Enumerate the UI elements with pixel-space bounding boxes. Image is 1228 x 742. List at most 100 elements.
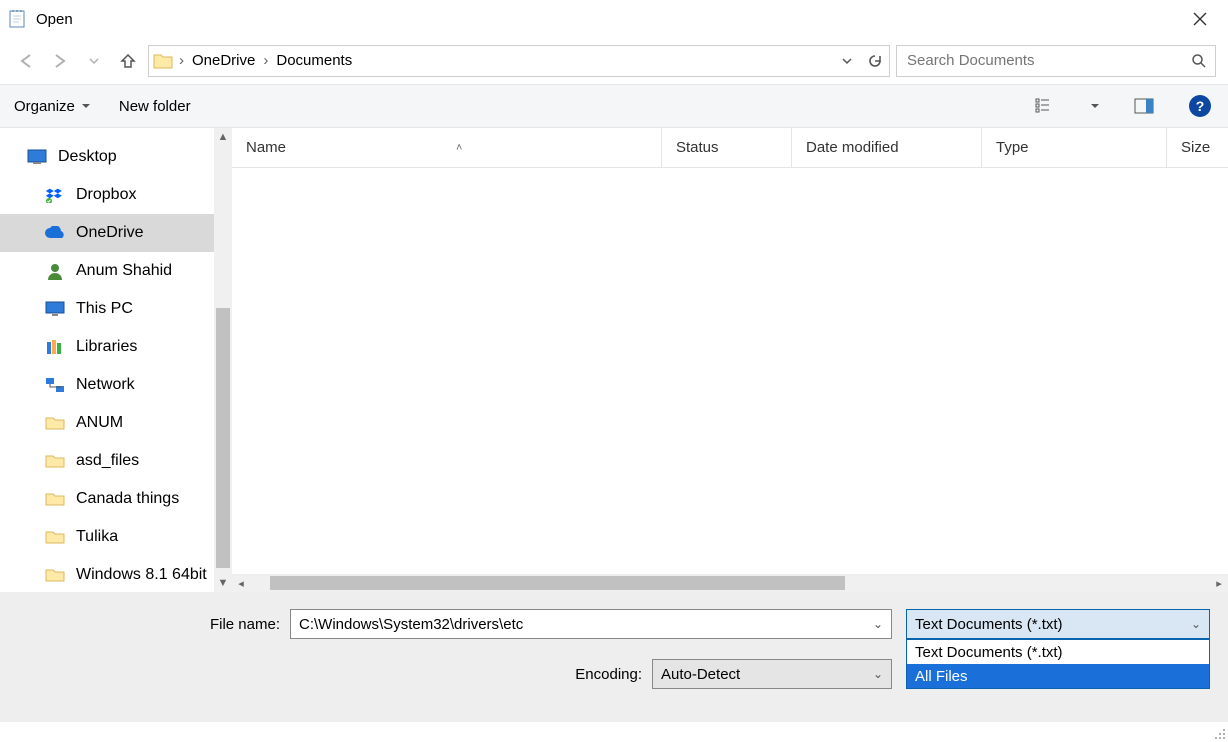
- filename-label: File name:: [14, 616, 290, 633]
- chevron-down-icon: ⌄: [1191, 617, 1201, 631]
- resize-grip[interactable]: [1212, 726, 1226, 740]
- search-icon: [1191, 53, 1207, 69]
- search-box[interactable]: [896, 45, 1216, 77]
- search-input[interactable]: [905, 51, 1191, 70]
- tree-item-network[interactable]: Network: [0, 366, 214, 404]
- tree-label: ANUM: [76, 414, 123, 432]
- user-icon: [44, 260, 66, 282]
- scroll-left-icon[interactable]: ◂: [232, 577, 250, 590]
- help-button[interactable]: ?: [1186, 92, 1214, 120]
- new-folder-button[interactable]: New folder: [119, 98, 191, 115]
- tree-item-folder[interactable]: Canada things: [0, 480, 214, 518]
- column-headers: Name ˄ Status Date modified Type Size: [232, 128, 1228, 168]
- content-area: Desktop Dropbox OneDrive Anum Shahid Thi…: [0, 128, 1228, 592]
- chevron-down-icon: ⌄: [873, 667, 883, 681]
- libraries-icon: [44, 336, 66, 358]
- col-size[interactable]: Size: [1167, 128, 1228, 167]
- col-type[interactable]: Type: [982, 128, 1167, 167]
- nav-back-button[interactable]: [12, 47, 40, 75]
- window-title: Open: [36, 11, 73, 28]
- folder-icon: [44, 450, 66, 472]
- organize-menu[interactable]: Organize: [14, 98, 91, 115]
- nav-up-button[interactable]: [114, 47, 142, 75]
- col-date[interactable]: Date modified: [792, 128, 982, 167]
- filetype-option[interactable]: Text Documents (*.txt): [907, 640, 1209, 664]
- help-icon: ?: [1189, 95, 1211, 117]
- tree-label: Tulika: [76, 528, 118, 546]
- view-mode-button[interactable]: [1032, 92, 1060, 120]
- encoding-combo[interactable]: Auto-Detect ⌄: [652, 659, 892, 689]
- tree-label: OneDrive: [76, 224, 144, 242]
- refresh-button[interactable]: [861, 46, 889, 76]
- network-icon: [44, 374, 66, 396]
- organize-label: Organize: [14, 98, 75, 115]
- tree-item-desktop[interactable]: Desktop: [0, 138, 214, 176]
- scroll-thumb[interactable]: [216, 308, 230, 568]
- filename-value: C:\Windows\System32\drivers\etc: [299, 616, 523, 633]
- tree-item-folder[interactable]: asd_files: [0, 442, 214, 480]
- col-status[interactable]: Status: [662, 128, 792, 167]
- nav-forward-button[interactable]: [46, 47, 74, 75]
- scroll-up-icon[interactable]: ▲: [214, 128, 232, 146]
- onedrive-icon: [44, 222, 66, 244]
- desktop-icon: [26, 146, 48, 168]
- tree-label: Libraries: [76, 338, 137, 356]
- filetype-combo[interactable]: Text Documents (*.txt) ⌄: [906, 609, 1210, 639]
- tree-label: Dropbox: [76, 186, 136, 204]
- nav-history-dropdown[interactable]: [80, 47, 108, 75]
- tree-item-dropbox[interactable]: Dropbox: [0, 176, 214, 214]
- breadcrumb-documents[interactable]: Documents: [270, 46, 358, 76]
- scroll-down-icon[interactable]: ▼: [214, 574, 232, 592]
- horizontal-scrollbar[interactable]: ◂ ▸: [232, 574, 1228, 592]
- chevron-right-icon: ›: [177, 52, 186, 69]
- tree-item-user[interactable]: Anum Shahid: [0, 252, 214, 290]
- tree-item-thispc[interactable]: This PC: [0, 290, 214, 328]
- thispc-icon: [44, 298, 66, 320]
- filetype-dropdown: Text Documents (*.txt) All Files: [906, 639, 1210, 689]
- tree-item-libraries[interactable]: Libraries: [0, 328, 214, 366]
- chevron-right-icon: ›: [261, 52, 270, 69]
- file-list: Name ˄ Status Date modified Type Size ◂ …: [232, 128, 1228, 592]
- breadcrumb-onedrive[interactable]: OneDrive: [186, 46, 261, 76]
- tree-label: Network: [76, 376, 135, 394]
- chevron-down-icon: ⌄: [873, 617, 883, 631]
- folder-icon: [44, 412, 66, 434]
- tree-label: Windows 8.1 64bit: [76, 566, 207, 584]
- tree-item-folder[interactable]: ANUM: [0, 404, 214, 442]
- folder-icon: [149, 47, 177, 75]
- tree-label: Desktop: [58, 148, 117, 166]
- preview-pane-button[interactable]: [1130, 92, 1158, 120]
- encoding-value: Auto-Detect: [661, 666, 740, 683]
- folder-icon: [44, 488, 66, 510]
- col-name[interactable]: Name ˄: [232, 128, 662, 167]
- folder-icon: [44, 526, 66, 548]
- file-list-body: [232, 168, 1228, 574]
- sort-caret-icon: ˄: [456, 142, 462, 154]
- tree-scrollbar[interactable]: ▲ ▼: [214, 128, 232, 592]
- tree-label: This PC: [76, 300, 133, 318]
- view-dropdown[interactable]: [1088, 92, 1102, 120]
- filetype-selected: Text Documents (*.txt): [915, 616, 1063, 633]
- scroll-thumb[interactable]: [270, 576, 845, 590]
- tree-label: asd_files: [76, 452, 139, 470]
- tree-label: Anum Shahid: [76, 262, 172, 280]
- encoding-label: Encoding:: [374, 666, 652, 683]
- address-dropdown[interactable]: [833, 46, 861, 76]
- notepad-icon: [8, 9, 28, 29]
- folder-icon: [44, 564, 66, 586]
- title-bar: Open: [0, 0, 1228, 38]
- filetype-option[interactable]: All Files: [907, 664, 1209, 688]
- tree-label: Canada things: [76, 490, 179, 508]
- footer: File name: C:\Windows\System32\drivers\e…: [0, 592, 1228, 722]
- address-bar[interactable]: › OneDrive › Documents: [148, 45, 890, 77]
- nav-row: › OneDrive › Documents: [0, 38, 1228, 84]
- nav-tree: Desktop Dropbox OneDrive Anum Shahid Thi…: [0, 128, 214, 592]
- close-button[interactable]: [1180, 0, 1220, 38]
- tree-item-folder[interactable]: Tulika: [0, 518, 214, 556]
- scroll-right-icon[interactable]: ▸: [1210, 577, 1228, 590]
- toolbar: Organize New folder ?: [0, 84, 1228, 128]
- tree-item-onedrive[interactable]: OneDrive: [0, 214, 214, 252]
- tree-item-folder[interactable]: Windows 8.1 64bit: [0, 556, 214, 592]
- dropbox-icon: [44, 184, 66, 206]
- filename-combo[interactable]: C:\Windows\System32\drivers\etc ⌄: [290, 609, 892, 639]
